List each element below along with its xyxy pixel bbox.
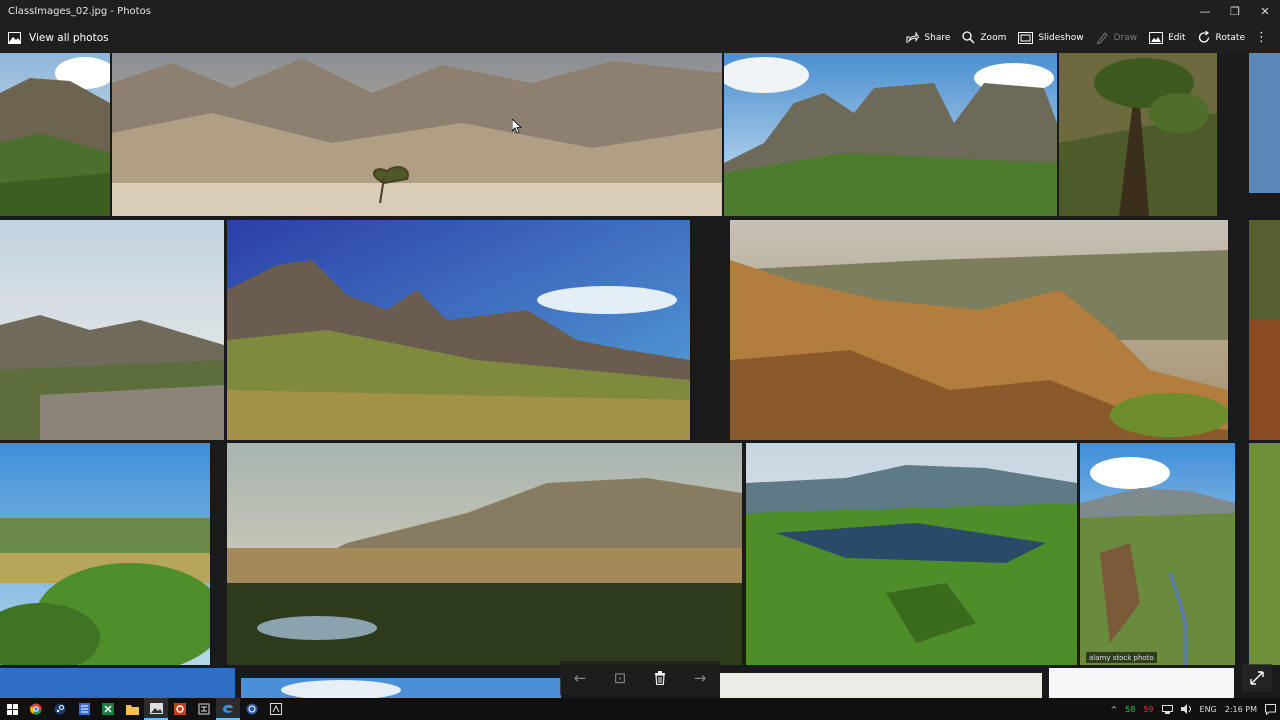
expand-icon (1250, 671, 1264, 685)
taskbar-app[interactable] (192, 698, 216, 720)
notification-icon (1265, 703, 1276, 715)
viewer-nav-bar: ← ⊡ → (560, 661, 720, 695)
photo-canvas[interactable]: alamy stock photo (0, 53, 1280, 698)
edit-icon (1149, 31, 1164, 44)
file-explorer-icon (125, 704, 139, 715)
tray-language[interactable]: ENG (1196, 698, 1221, 720)
draw-icon (1096, 32, 1108, 44)
close-button[interactable]: ✕ (1250, 0, 1280, 22)
zoom-icon (962, 31, 975, 44)
taskbar-chrome[interactable] (24, 698, 48, 720)
view-all-photos-label: View all photos (29, 31, 109, 44)
share-button[interactable]: Share (900, 22, 956, 53)
taskbar-edge[interactable] (216, 698, 240, 720)
delete-photo-button[interactable] (647, 665, 673, 691)
zoom-label: Zoom (980, 32, 1007, 43)
photos-icon (149, 702, 163, 714)
notifications-button[interactable] (1261, 698, 1280, 720)
volume-icon (1180, 704, 1191, 714)
photo-tile-cliffs (0, 53, 110, 216)
taskbar-steam[interactable] (48, 698, 72, 720)
mouse-cursor-icon (512, 119, 522, 134)
photos-icon (8, 31, 21, 44)
full-screen-button[interactable] (1242, 664, 1272, 692)
photo-tile-bottom-1 (0, 668, 235, 698)
taskbar-file-explorer[interactable] (120, 698, 144, 720)
taskbar-photos[interactable] (144, 698, 168, 720)
zoom-button[interactable]: Zoom (956, 22, 1012, 53)
minimize-button[interactable]: — (1190, 0, 1220, 22)
edit-label: Edit (1168, 32, 1186, 43)
chrome-icon (30, 703, 42, 715)
photo-tile-twin-peaks (724, 53, 1057, 216)
view-all-photos-button[interactable]: View all photos (0, 22, 109, 53)
rotate-label: Rotate (1215, 32, 1245, 43)
slideshow-button[interactable]: Slideshow (1012, 22, 1089, 53)
draw-button[interactable]: Draw (1090, 22, 1144, 53)
capture-icon (270, 703, 282, 715)
maximize-button[interactable]: ❐ (1220, 0, 1250, 22)
photo-tile-edge-right-1 (1249, 53, 1280, 193)
slideshow-icon (1018, 31, 1034, 44)
edge-icon (223, 704, 233, 713)
tray-red-counter[interactable]: 59 (1139, 698, 1157, 720)
tray-overflow-button[interactable]: ^ (1106, 698, 1121, 720)
network-icon (1161, 704, 1173, 714)
excel-icon (102, 703, 114, 715)
photo-tile-tree-slope (1059, 53, 1217, 216)
photo-tile-edge-right-2 (1249, 220, 1280, 440)
watermark-text: alamy stock photo (1089, 653, 1154, 662)
tray-clock[interactable]: 2:16 PM (1221, 698, 1261, 720)
tray-volume-icon[interactable] (1177, 698, 1196, 720)
photo-tile-river-gorge (1080, 443, 1235, 665)
photo-tile-bottom-4 (1049, 668, 1234, 698)
app-icon (198, 703, 210, 715)
photo-tile-bottom-3 (720, 673, 1042, 698)
previous-photo-button[interactable]: ← (567, 665, 593, 691)
next-photo-button[interactable]: → (687, 665, 713, 691)
app-toolbar: View all photos Share Zoom Slideshow Dra… (0, 22, 1280, 53)
share-icon (906, 31, 920, 43)
powerpoint-icon (174, 703, 186, 715)
taskbar-browser[interactable] (240, 698, 264, 720)
photo-tile-green-valley (0, 443, 210, 665)
more-options-button[interactable]: ⋮ (1251, 22, 1272, 53)
title-bar: ClassImages_02.jpg - Photos — ❐ ✕ (0, 0, 1280, 22)
draw-label: Draw (1113, 32, 1138, 43)
windows-taskbar: ^ 58 59 ENG 2:16 PM (0, 698, 1280, 720)
photo-tile-edge-right-3 (1249, 443, 1280, 665)
toolbar-actions: Share Zoom Slideshow Draw Edit Rotate ⋮ (900, 22, 1272, 53)
photo-tile-lake-plateau (227, 443, 742, 665)
stock-photo-watermark: alamy stock photo (1086, 652, 1157, 663)
photo-tile-desert-mountain (112, 53, 722, 216)
photo-tile-green-canyon (746, 443, 1077, 665)
taskbar-notepad[interactable] (72, 698, 96, 720)
system-tray: ^ 58 59 ENG 2:16 PM (1106, 698, 1280, 720)
slideshow-label: Slideshow (1038, 32, 1084, 43)
photo-tile-rocky-gorge (730, 220, 1228, 440)
fit-to-window-button[interactable]: ⊡ (607, 665, 633, 691)
start-button[interactable] (0, 698, 24, 720)
window-title: ClassImages_02.jpg - Photos (8, 5, 151, 17)
photo-tile-bottom-2 (241, 678, 561, 698)
rotate-icon (1198, 31, 1209, 43)
steam-icon (54, 703, 66, 715)
taskbar-excel[interactable] (96, 698, 120, 720)
photo-tile-coastal-town (0, 220, 224, 440)
rotate-button[interactable]: Rotate (1192, 22, 1251, 53)
taskbar-powerpoint[interactable] (168, 698, 192, 720)
taskbar-capture[interactable] (264, 698, 288, 720)
notepad-icon (78, 703, 90, 715)
browser-icon (246, 703, 258, 715)
trash-icon (655, 671, 665, 685)
tray-network-icon[interactable] (1158, 698, 1177, 720)
photo-tile-blue-sky-peaks (227, 220, 690, 440)
tray-green-counter[interactable]: 58 (1121, 698, 1139, 720)
edit-button[interactable]: Edit (1143, 22, 1191, 53)
windows-start-icon (6, 703, 18, 715)
share-label: Share (924, 32, 951, 43)
